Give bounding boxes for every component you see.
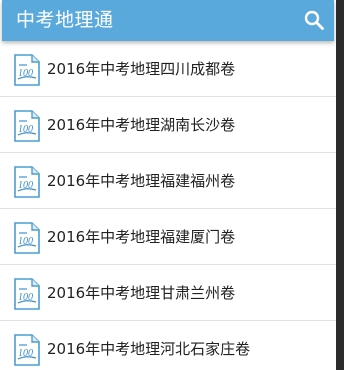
document-100-icon: 100 bbox=[14, 166, 40, 198]
list-item-label: 2016年中考地理四川成都卷 bbox=[47, 60, 236, 78]
list-item-label: 2016年中考地理湖南长沙卷 bbox=[47, 116, 236, 134]
document-100-icon: 100 bbox=[14, 278, 40, 310]
list-item[interactable]: 100 2016年中考地理湖南长沙卷 bbox=[0, 97, 344, 153]
list-item[interactable]: 100 2016年中考地理福建福州卷 bbox=[0, 153, 344, 209]
list-item-label: 2016年中考地理福建厦门卷 bbox=[47, 228, 236, 246]
list-item[interactable]: 100 2016年中考地理四川成都卷 bbox=[0, 41, 344, 97]
app-window: 中考地理通 100 2016年中考地理四川成都卷 100 2016年中考地理湖南… bbox=[0, 0, 344, 370]
list-item[interactable]: 100 2016年中考地理福建厦门卷 bbox=[0, 209, 344, 265]
document-100-icon: 100 bbox=[14, 54, 40, 86]
list-item[interactable]: 100 2016年中考地理甘肃兰州卷 bbox=[0, 265, 344, 321]
document-100-icon: 100 bbox=[14, 334, 40, 366]
app-bar: 中考地理通 bbox=[2, 0, 334, 41]
screen-edge bbox=[336, 0, 344, 370]
app-title: 中考地理通 bbox=[16, 9, 114, 31]
search-button[interactable] bbox=[298, 4, 330, 36]
search-icon bbox=[304, 10, 324, 30]
document-100-icon: 100 bbox=[14, 222, 40, 254]
list-item[interactable]: 100 2016年中考地理河北石家庄卷 bbox=[0, 321, 344, 370]
document-100-icon: 100 bbox=[14, 110, 40, 142]
list-item-label: 2016年中考地理河北石家庄卷 bbox=[47, 340, 251, 358]
list-item-label: 2016年中考地理甘肃兰州卷 bbox=[47, 284, 236, 302]
list-item-label: 2016年中考地理福建福州卷 bbox=[47, 172, 236, 190]
paper-list: 100 2016年中考地理四川成都卷 100 2016年中考地理湖南长沙卷 10… bbox=[0, 41, 344, 370]
